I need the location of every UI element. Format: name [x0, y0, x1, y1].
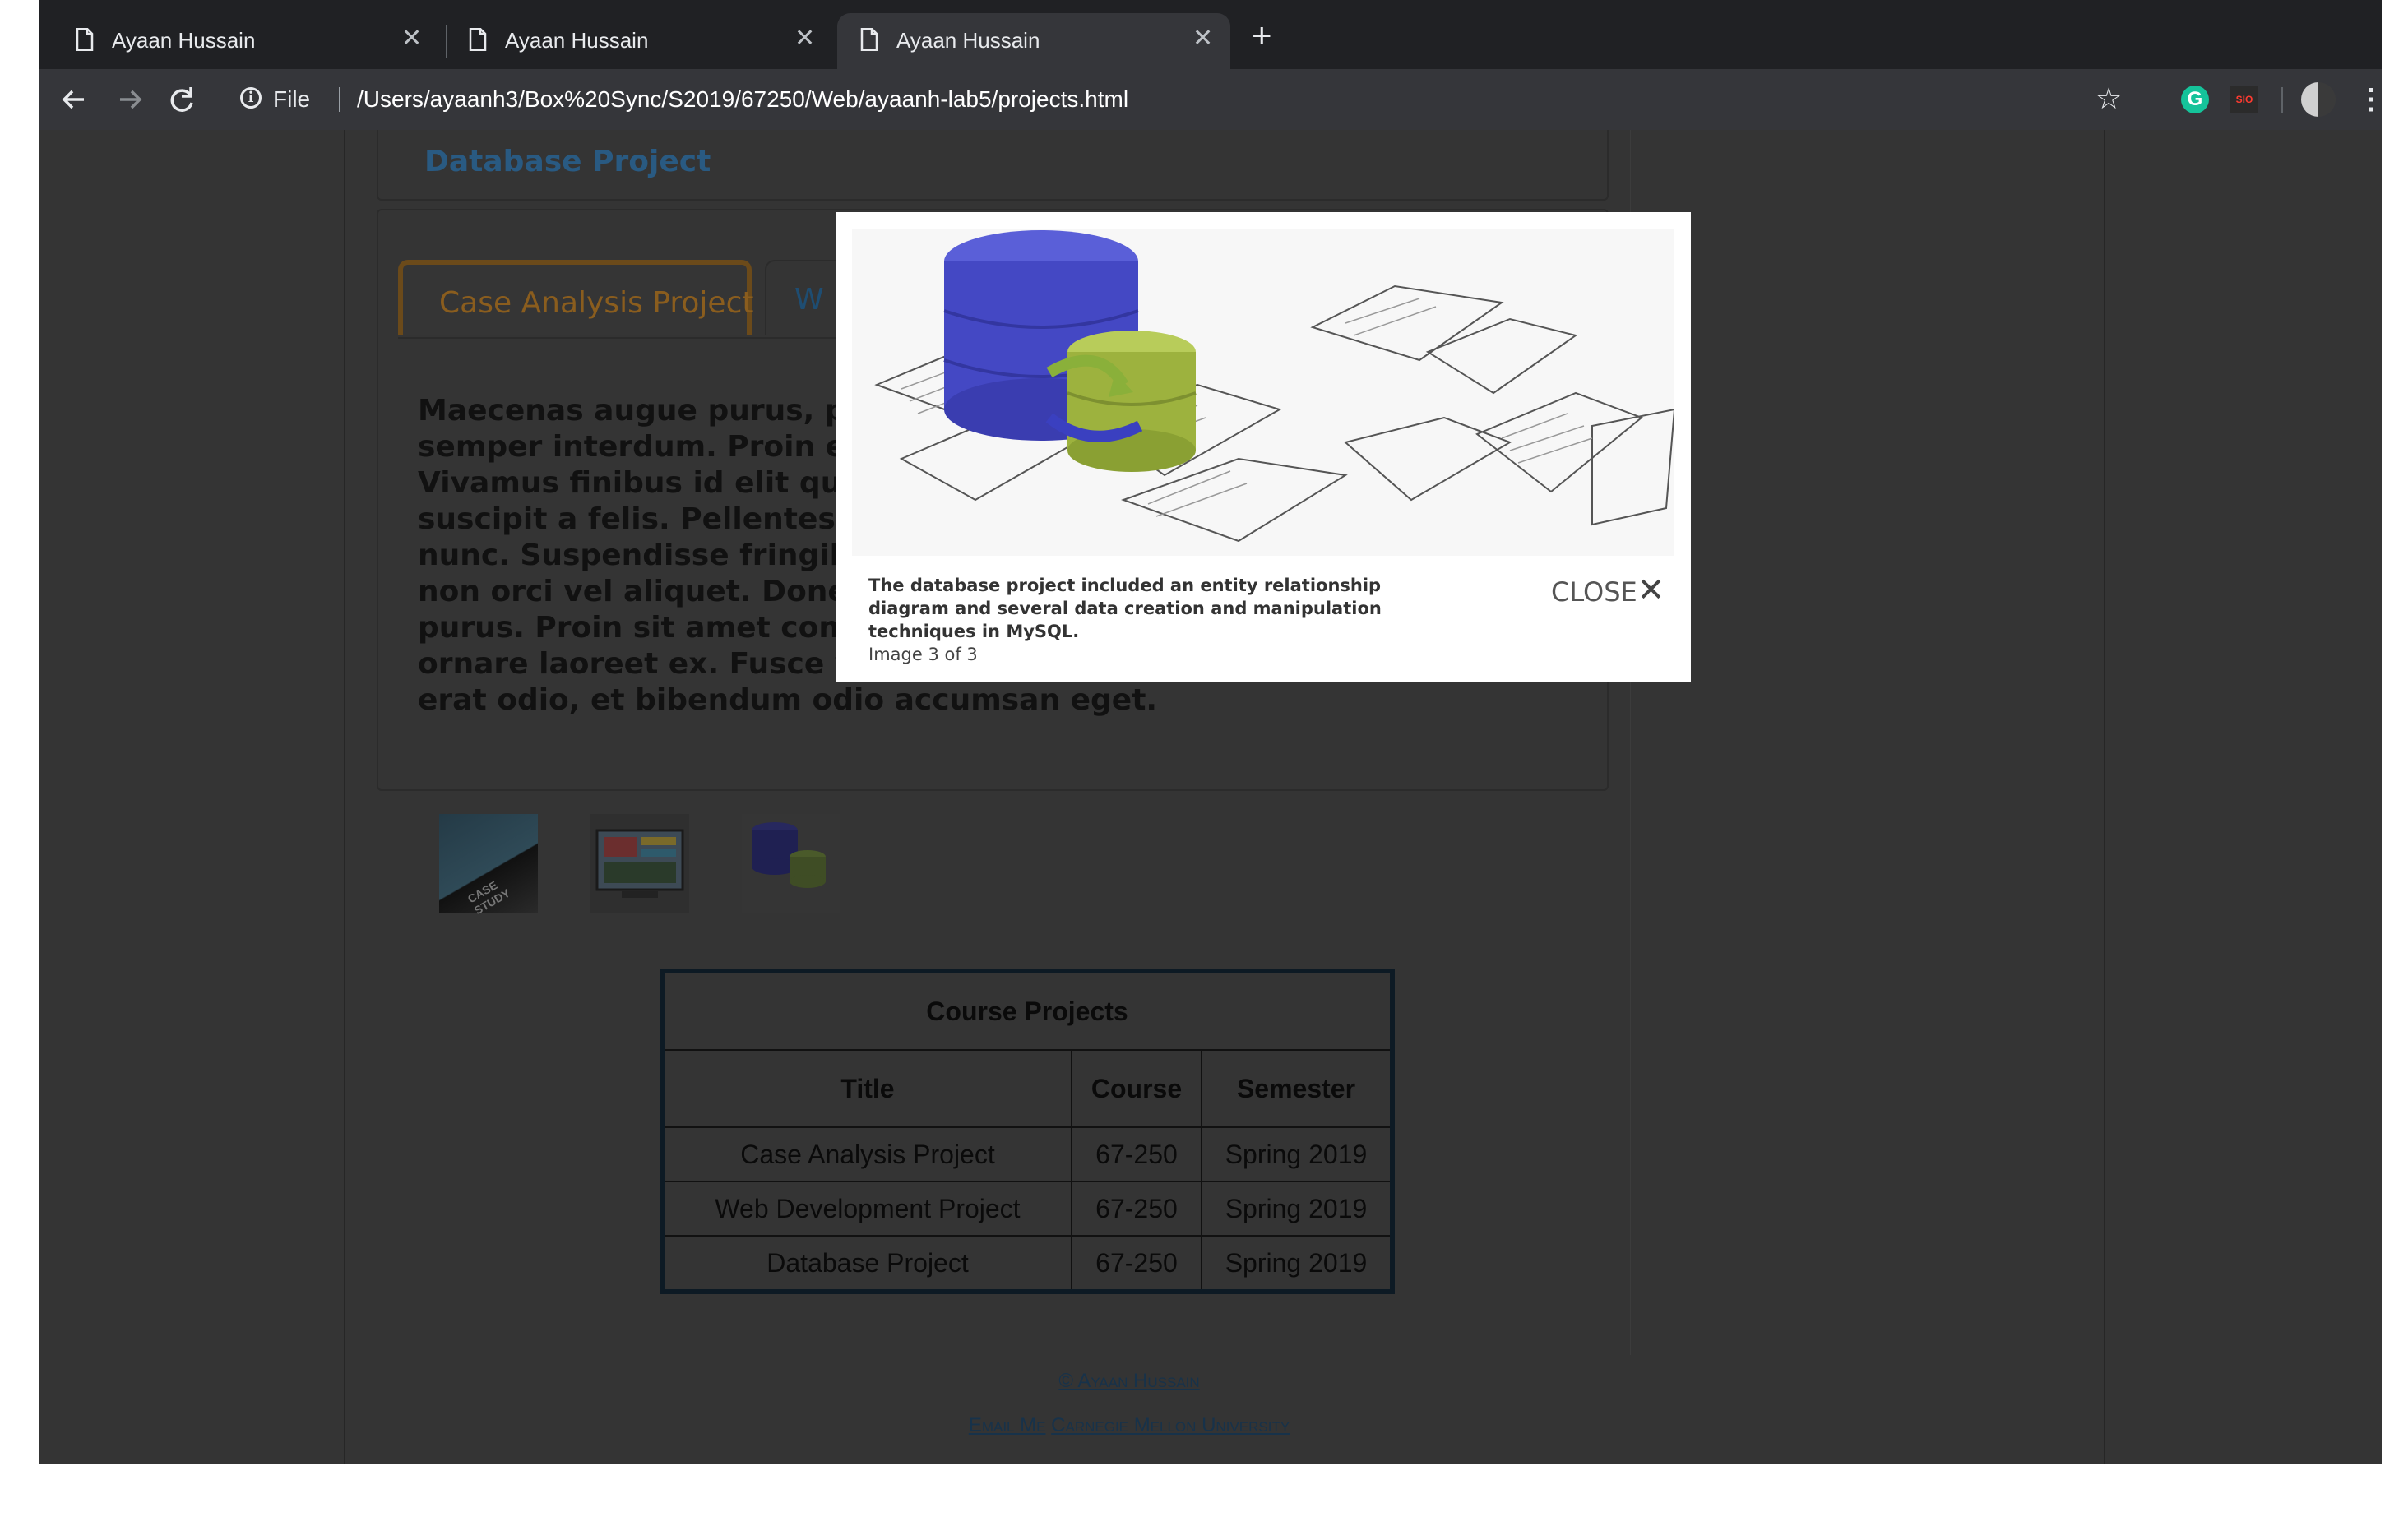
table-caption: Course Projects [661, 970, 1393, 1051]
grammarly-extension-icon[interactable]: G [2181, 86, 2209, 113]
table-cell: 67-250 [1071, 1235, 1202, 1292]
browser-window: Ayaan Hussain ✕ Ayaan Hussain ✕ Ayaan Hu… [39, 0, 2382, 1464]
forward-button[interactable] [110, 81, 148, 118]
table-header-row: Title Course Semester [661, 1049, 1393, 1128]
bookmark-star-icon[interactable]: ☆ [2095, 82, 2122, 115]
table-row: Web Development Project 67-250 Spring 20… [661, 1181, 1393, 1237]
table-cell: Database Project [661, 1235, 1072, 1292]
lightbox-caption: The database project included an entity … [868, 576, 1382, 641]
reload-icon [170, 87, 193, 112]
tab-label: W [794, 283, 824, 317]
browser-toolbar: i File /Users/ayaanh3/Box%20Sync/S2019/6… [39, 69, 2382, 130]
document-icon [76, 28, 94, 51]
database-thumbnail[interactable] [742, 814, 840, 913]
table-cell: Spring 2019 [1201, 1235, 1393, 1292]
tab-close-icon[interactable]: ✕ [401, 25, 422, 53]
close-icon: ✕ [1637, 571, 1665, 609]
column-header: Semester [1201, 1049, 1393, 1128]
browser-tab-3-active[interactable]: Ayaan Hussain ✕ [837, 13, 1230, 69]
footer-copyright: © Ayaan Hussain [345, 1370, 1913, 1393]
back-arrow-icon [62, 90, 84, 109]
table-row: Database Project 67-250 Spring 2019 [661, 1235, 1393, 1292]
tab-close-icon[interactable]: ✕ [794, 25, 815, 53]
document-icon [860, 28, 878, 51]
forward-arrow-icon [120, 90, 142, 109]
database-thumbnail-icon [752, 822, 826, 888]
thumbnail-text: CASE STUDY [465, 878, 512, 918]
web-layout-icon [595, 829, 684, 898]
table-caption-row: Course Projects [661, 970, 1393, 1051]
database-illustration [852, 229, 1674, 556]
table-cell: Spring 2019 [1201, 1181, 1393, 1237]
case-study-thumbnail[interactable]: CASE STUDY [439, 814, 538, 917]
address-bar[interactable]: i File /Users/ayaanh3/Box%20Sync/S2019/6… [219, 77, 2086, 122]
url-divider [339, 87, 340, 112]
url-text[interactable]: /Users/ayaanh3/Box%20Sync/S2019/67250/We… [357, 86, 1128, 113]
reload-button[interactable] [163, 81, 201, 118]
tab-title: Ayaan Hussain [896, 28, 1040, 53]
lightbox-image [852, 229, 1674, 556]
document-icon [469, 28, 487, 51]
tab-label: Case Analysis Project [439, 286, 754, 320]
section-header-title: Database Project [424, 145, 711, 178]
tab-close-icon[interactable]: ✕ [1192, 25, 1213, 53]
web-development-thumbnail[interactable] [590, 814, 689, 913]
browser-tab-2[interactable]: Ayaan Hussain ✕ [433, 13, 826, 69]
tab-strip: Ayaan Hussain ✕ Ayaan Hussain ✕ Ayaan Hu… [39, 0, 2382, 69]
table-cell: Spring 2019 [1201, 1126, 1393, 1182]
lightbox-image-number: Image 3 of 3 [868, 645, 978, 664]
profile-avatar[interactable] [2301, 82, 2336, 117]
email-link[interactable]: Email Me [969, 1414, 1046, 1436]
site-info-icon[interactable]: i [240, 87, 262, 109]
accordion-header[interactable]: Database Project [377, 130, 1609, 201]
tab-title: Ayaan Hussain [112, 28, 256, 53]
browser-menu-icon[interactable]: ⋮ [2357, 81, 2382, 118]
sio-extension-icon[interactable]: SIO [2230, 86, 2258, 113]
panel-line: erat odio, et bibendum odio accumsan ege… [418, 683, 1158, 717]
toolbar-divider [2281, 87, 2283, 113]
copyright-link[interactable]: © Ayaan Hussain [1058, 1370, 1199, 1392]
lightbox-dialog: The database project included an entity … [836, 212, 1691, 682]
back-button[interactable] [56, 81, 94, 118]
lightbox-close-button[interactable]: CLOSE✕ [1551, 574, 1665, 608]
table-cell: Case Analysis Project [661, 1126, 1072, 1182]
tab-title: Ayaan Hussain [505, 28, 649, 53]
new-tab-button[interactable]: + [1252, 18, 1272, 53]
column-header: Course [1071, 1049, 1202, 1128]
table-cell: Web Development Project [661, 1181, 1072, 1237]
close-label: CLOSE [1551, 576, 1637, 608]
footer-links: Email Me Carnegie Mellon University [345, 1414, 1913, 1437]
column-header: Title [661, 1049, 1072, 1128]
course-projects-table: Course Projects Title Course Semester Ca… [660, 969, 1395, 1294]
table-cell: 67-250 [1071, 1126, 1202, 1182]
tab-case-analysis[interactable]: Case Analysis Project [398, 260, 754, 335]
page-viewport: Database Project Case Analysis Project W… [39, 130, 2382, 1464]
url-scheme: File [273, 86, 311, 112]
browser-tab-1[interactable]: Ayaan Hussain ✕ [39, 13, 433, 69]
table-row: Case Analysis Project 67-250 Spring 2019 [661, 1126, 1393, 1182]
university-link[interactable]: Carnegie Mellon University [1051, 1414, 1290, 1436]
table-cell: 67-250 [1071, 1181, 1202, 1237]
